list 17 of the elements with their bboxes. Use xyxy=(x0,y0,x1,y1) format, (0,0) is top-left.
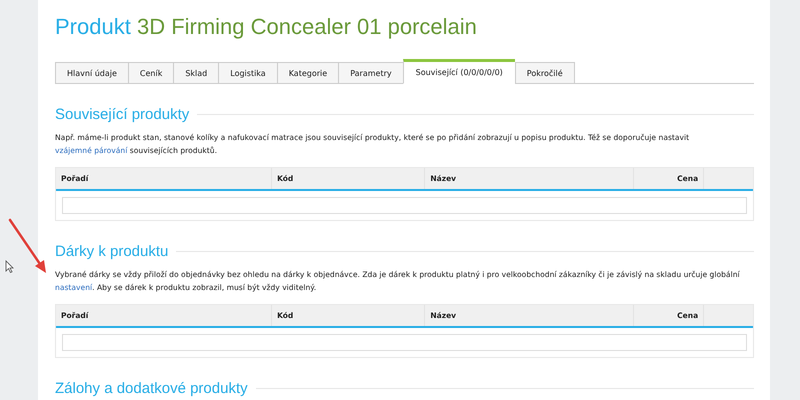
tab[interactable]: Pokročilé xyxy=(514,62,575,84)
tab[interactable]: Sklad xyxy=(173,62,218,84)
section-heading: Zálohy a dodatkové produkty xyxy=(55,380,248,397)
tab[interactable]: Parametry xyxy=(338,62,403,84)
tab[interactable]: Související (0/0/0/0/0) xyxy=(402,59,515,84)
product-name: 3D Firming Concealer 01 porcelain xyxy=(136,14,477,39)
mouse-cursor-icon xyxy=(5,260,14,273)
input-field[interactable] xyxy=(62,334,747,351)
tab[interactable]: Kategorie xyxy=(276,62,338,84)
section-heading: Dárky k produktu xyxy=(55,243,168,260)
tab[interactable]: Ceník xyxy=(128,62,174,84)
tab[interactable]: Hlavní údaje xyxy=(55,62,128,84)
page-title-prefix: Produkt xyxy=(55,14,131,39)
input-field[interactable] xyxy=(62,197,747,214)
tab[interactable]: Logistika xyxy=(218,62,277,84)
annotation-arrow xyxy=(7,217,49,275)
section-heading: Související produkty xyxy=(55,106,190,123)
